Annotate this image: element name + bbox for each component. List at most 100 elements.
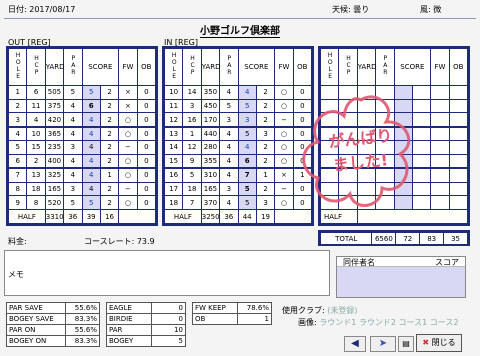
print-button[interactable]: ▤ [398, 336, 414, 352]
hole-par: 5 [63, 84, 83, 100]
hole-score: 5 [81, 84, 101, 100]
wind-label: 風: 微 [420, 5, 442, 14]
hole-fw: × [274, 167, 294, 183]
course1-link[interactable]: コース1 [399, 318, 428, 327]
empty-cell [430, 195, 450, 211]
hole-ob: 0 [136, 112, 157, 128]
in-header-yard: YARD [200, 48, 221, 86]
empty-cell [448, 153, 469, 170]
hole-hcp: 12 [182, 140, 202, 155]
hole-yard: 165 [44, 181, 65, 197]
hole-putts: 2 [99, 112, 120, 128]
memo-label: メモ [8, 270, 24, 279]
close-button[interactable]: ✖ 閉じる [416, 334, 462, 352]
stat-row: BOGEY 5 [106, 335, 186, 347]
hole-score: 6 [237, 153, 257, 170]
hole-row: 14 12 280 4 4 2 ○ 0 [163, 140, 313, 155]
companion-name-header: 同伴者名 [343, 258, 375, 267]
empty-cell [448, 112, 469, 128]
round2-link[interactable]: ラウンド2 [359, 318, 396, 327]
hole-par: 3 [63, 140, 83, 155]
next-button[interactable]: ➤ [370, 336, 396, 352]
prev-button[interactable]: ◀ [344, 336, 366, 352]
stat-value: 0 [151, 302, 186, 314]
hole-fw: − [118, 140, 138, 155]
in-half-label: HALF [164, 209, 202, 224]
hole-row: 4 10 365 4 4 2 ○ 0 [7, 126, 157, 142]
course2-link[interactable]: コース2 [430, 318, 459, 327]
hole-row: 16 5 310 4 7 1 × 1 [163, 167, 313, 183]
out-half-yard: 3310 [44, 209, 65, 224]
total-par: 72 [395, 232, 421, 245]
stat-row: PAR SAVE 55.6% [6, 302, 100, 314]
hole-hcp: 3 [182, 98, 202, 114]
hole-par: 4 [63, 112, 83, 128]
hole-putts: 2 [255, 112, 276, 128]
clubs-value-link[interactable]: (未登録) [327, 306, 357, 315]
hole-putts: 3 [255, 126, 276, 142]
extra-half-empty [356, 209, 469, 224]
in-header-fw: FW [274, 48, 294, 86]
out-header-yard: YARD [44, 48, 65, 86]
out-header-fw: FW [118, 48, 138, 86]
hole-fw: ○ [274, 98, 294, 114]
out-half-label: HALF [8, 209, 46, 224]
hole-number: 2 [7, 98, 28, 114]
hole-yard: 505 [44, 84, 65, 100]
hole-hcp: 10 [26, 126, 46, 142]
hole-ob: 0 [136, 84, 157, 100]
close-icon: ✖ [422, 338, 430, 347]
hole-row: 8 18 165 3 4 2−0 [7, 181, 157, 197]
stat-value: 1 [237, 313, 272, 325]
hole-hcp: 9 [182, 153, 202, 170]
hole-putts: 2 [99, 84, 120, 100]
in-half-yard: 3250 [200, 209, 221, 224]
in-half-putts: 19 [255, 209, 276, 224]
hole-score: 4 [81, 153, 101, 170]
hole-score: 4 [81, 112, 101, 128]
hole-fw: ○ [118, 112, 138, 128]
hole-hcp: 7 [182, 195, 202, 211]
stat-value: 78.6% [237, 302, 272, 314]
in-half-par: 36 [219, 209, 239, 224]
out-scorecard: HOLE HCP YARD PAR SCORE FW OB 1 6 505 5 5 2 × 0 2 11 375 4… [6, 46, 158, 226]
hole-number: 11 [163, 98, 184, 114]
date-label: 日付: 2017/08/17 [8, 5, 76, 14]
hole-hcp: 11 [26, 98, 46, 114]
hole-putts: 1 [255, 167, 276, 183]
out-header-hole: HOLE [7, 48, 28, 86]
hole-row: 2 11 375 4 6 2 × 0 [7, 98, 157, 114]
out-half-putts: 16 [99, 209, 120, 224]
stat-value: 10 [151, 324, 186, 336]
hole-score: 5 [237, 181, 257, 197]
hole-par: 4 [63, 126, 83, 142]
memo-field[interactable]: メモ [4, 250, 330, 296]
hole-yard: 440 [200, 126, 221, 142]
printer-icon: ▤ [402, 339, 410, 348]
stat-value: 55.6% [65, 302, 100, 314]
out-header-score: SCORE [81, 48, 120, 86]
in-header-par: PAR [219, 48, 239, 86]
image-label: 画像: [298, 318, 317, 327]
hole-hcp: 13 [26, 167, 46, 183]
round1-link[interactable]: ラウンド1 [319, 318, 356, 327]
in-header-score: SCORE [237, 48, 276, 86]
empty-cell [448, 98, 469, 114]
hole-yard: 165 [200, 181, 221, 197]
hole-hcp: 4 [26, 112, 46, 128]
extra-header-fw: FW [430, 48, 450, 86]
hole-ob: 0 [136, 140, 157, 155]
empty-cell [430, 181, 450, 197]
empty-cell [448, 140, 469, 155]
hole-number: 6 [7, 153, 28, 170]
hole-ob: 0 [136, 181, 157, 197]
hole-score: 3 [237, 112, 257, 128]
hole-fw: × [118, 98, 138, 114]
companion-list[interactable] [337, 267, 465, 297]
hole-par: 3 [219, 112, 239, 128]
out-header-ob: OB [136, 48, 157, 86]
empty-cell [448, 181, 469, 197]
stat-value: 55.6% [65, 324, 100, 336]
hole-row: 15 9 355 4 6 2 ○ 0 [163, 153, 313, 170]
hole-par: 4 [219, 153, 239, 170]
